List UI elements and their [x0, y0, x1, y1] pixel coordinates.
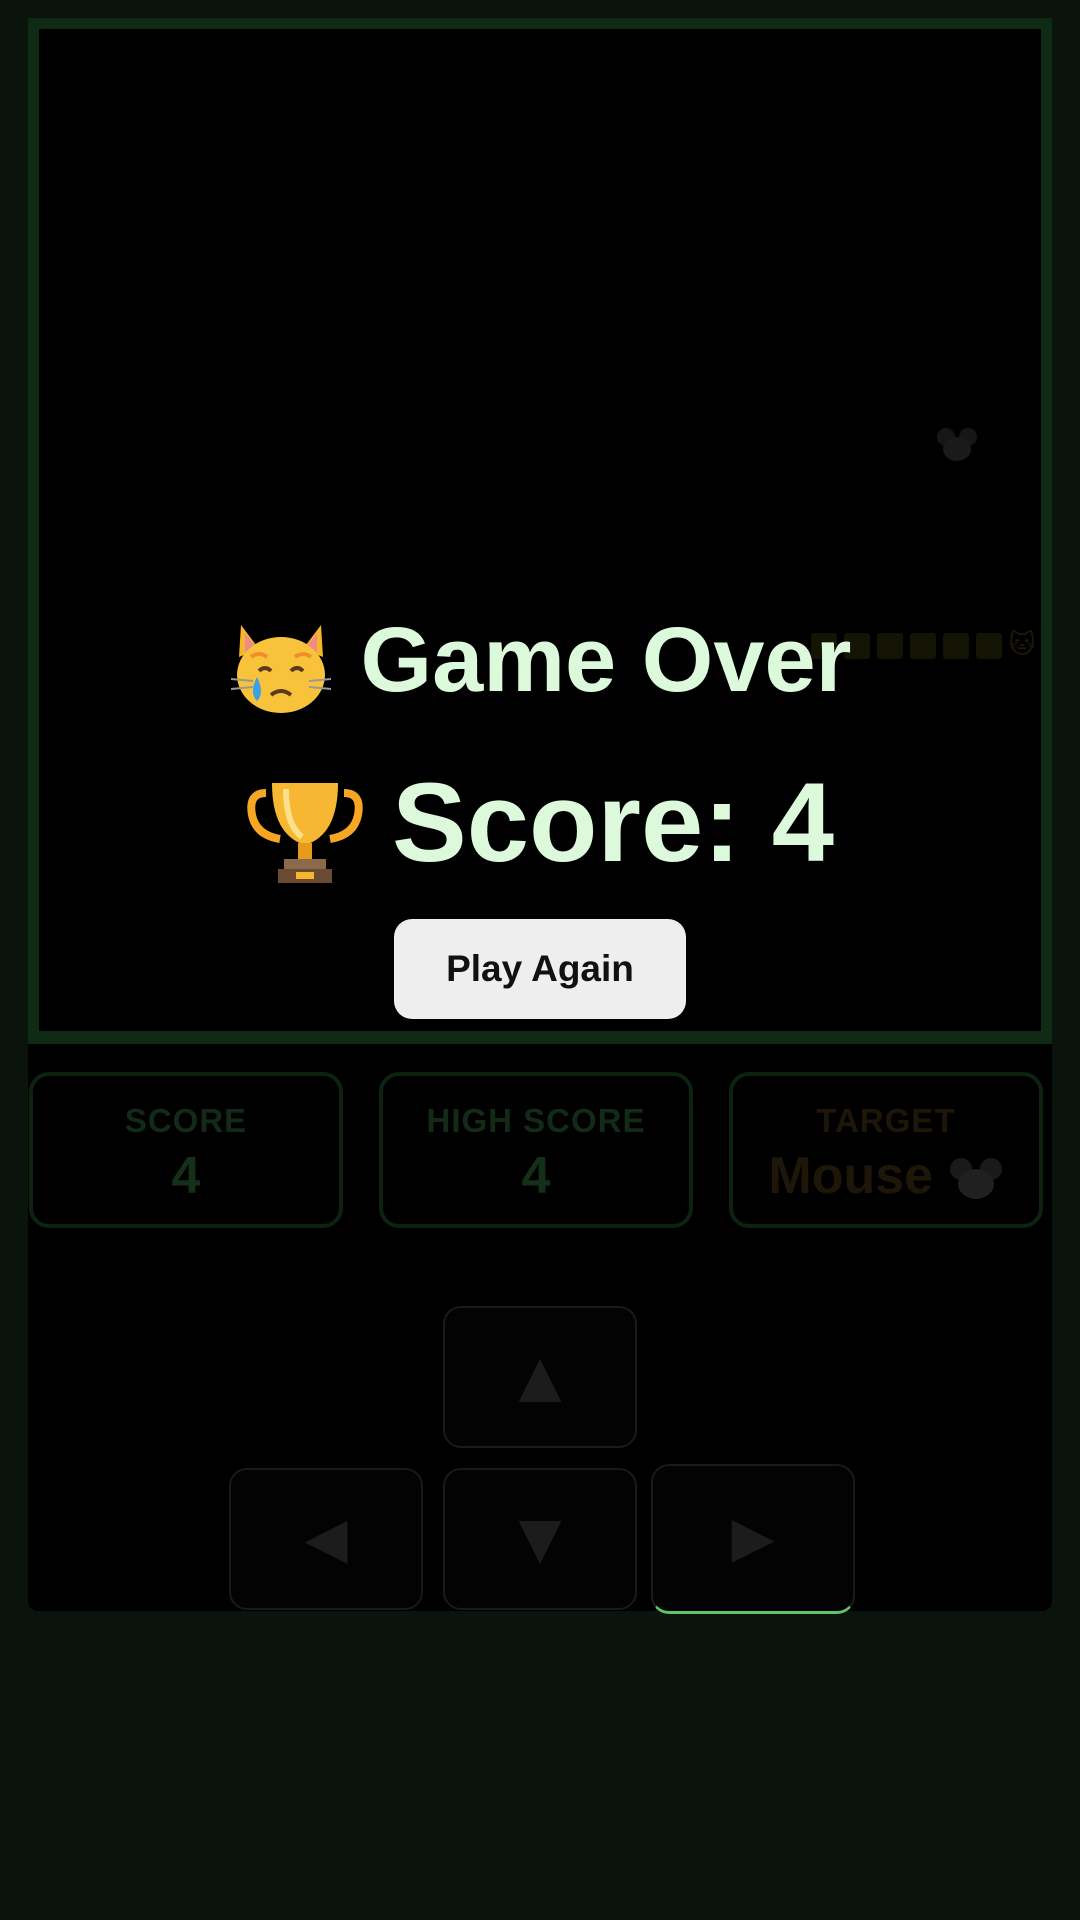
game-over-title: Game Over [0, 608, 1080, 717]
play-again-button[interactable]: Play Again [394, 919, 686, 1019]
final-score: Score: 4 [0, 758, 1080, 887]
final-score-text: Score: 4 [392, 760, 834, 885]
score-label: SCORE [124, 1102, 248, 1139]
target-value: Mouse [733, 1146, 1039, 1206]
score-card: SCORE 4 [29, 1072, 343, 1228]
trophy-icon [247, 783, 363, 884]
dpad-left-button[interactable]: ◀ [229, 1468, 423, 1610]
dpad-down-button[interactable]: ▼ [443, 1468, 637, 1610]
game-over-text: Game Over [360, 609, 852, 711]
target-label: TARGET [816, 1102, 956, 1139]
mouse-face-icon [949, 1158, 1002, 1200]
target-value-text: Mouse [768, 1147, 934, 1205]
crying-cat-face-icon [230, 624, 331, 713]
score-value: 4 [171, 1147, 201, 1205]
dpad-right-button[interactable]: ▶ [651, 1464, 855, 1614]
high-score-value: 4 [521, 1147, 551, 1205]
high-score-card: HIGH SCORE 4 [379, 1072, 693, 1228]
high-score-label: HIGH SCORE [426, 1102, 646, 1139]
mouse-face-icon [937, 428, 977, 461]
target-card: TARGET Mouse [729, 1072, 1043, 1228]
dpad-up-button[interactable]: ▲ [443, 1306, 637, 1448]
